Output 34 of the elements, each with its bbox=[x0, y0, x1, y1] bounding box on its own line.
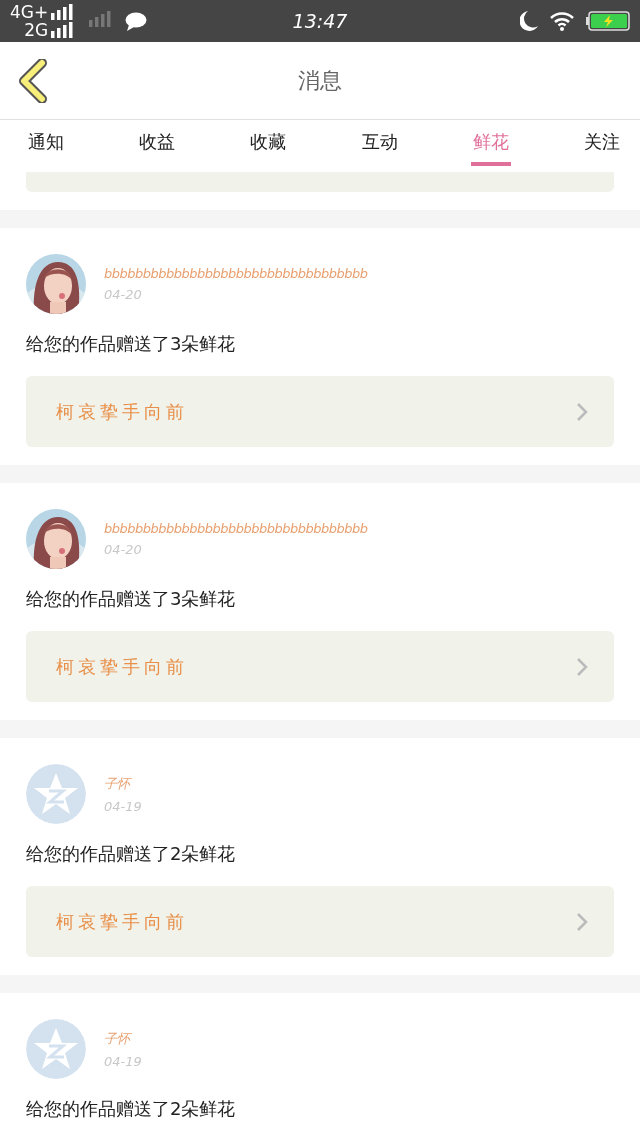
work-link[interactable]: 柯哀挚手向前 bbox=[26, 886, 614, 957]
clock-time: 13:47 bbox=[292, 10, 348, 32]
user-name[interactable]: 子怀 bbox=[104, 1029, 142, 1048]
signal-icon bbox=[89, 11, 112, 27]
message-text: 给您的作品赠送了2朵鲜花 bbox=[26, 842, 237, 866]
user-name[interactable]: bbbbbbbbbbbbbbbbbbbbbbbbbbbbbbbbbb bbox=[104, 521, 368, 536]
work-link[interactable]: 柯哀挚手向前 bbox=[26, 631, 614, 702]
network-label: 4G+ bbox=[10, 3, 49, 21]
message-text: 给您的作品赠送了3朵鲜花 bbox=[26, 587, 237, 611]
message-text: 给您的作品赠送了3朵鲜花 bbox=[26, 332, 237, 356]
chevron-right-icon bbox=[576, 656, 588, 677]
battery-icon bbox=[586, 11, 630, 31]
wifi-icon bbox=[550, 11, 574, 31]
moon-icon bbox=[520, 11, 538, 31]
back-button[interactable] bbox=[18, 58, 48, 103]
page-title: 消息 bbox=[298, 66, 342, 95]
avatar-icon bbox=[26, 1019, 86, 1079]
user-name[interactable]: bbbbbbbbbbbbbbbbbbbbbbbbbbbbbbbbbb bbox=[104, 266, 368, 281]
tab[interactable]: 收藏 bbox=[248, 120, 289, 166]
tab[interactable]: 通知 bbox=[26, 120, 66, 166]
message-text: 给您的作品赠送了2朵鲜花 bbox=[26, 1097, 237, 1121]
chat-icon bbox=[125, 11, 148, 31]
tab[interactable]: 互动 bbox=[359, 120, 400, 166]
work-link[interactable]: 柯哀挚手向前 bbox=[26, 376, 614, 447]
avatar-icon bbox=[26, 764, 86, 824]
chevron-right-icon bbox=[576, 401, 588, 422]
network-label: 2G bbox=[24, 21, 49, 39]
tab[interactable]: 鲜花 bbox=[470, 120, 511, 166]
user-name[interactable]: 子怀 bbox=[104, 774, 142, 793]
signal-icon bbox=[51, 4, 74, 20]
tab[interactable]: 收益 bbox=[137, 120, 178, 166]
tab[interactable]: 关注 bbox=[581, 120, 622, 166]
signal-icon bbox=[51, 22, 74, 38]
chevron-right-icon bbox=[576, 911, 588, 932]
